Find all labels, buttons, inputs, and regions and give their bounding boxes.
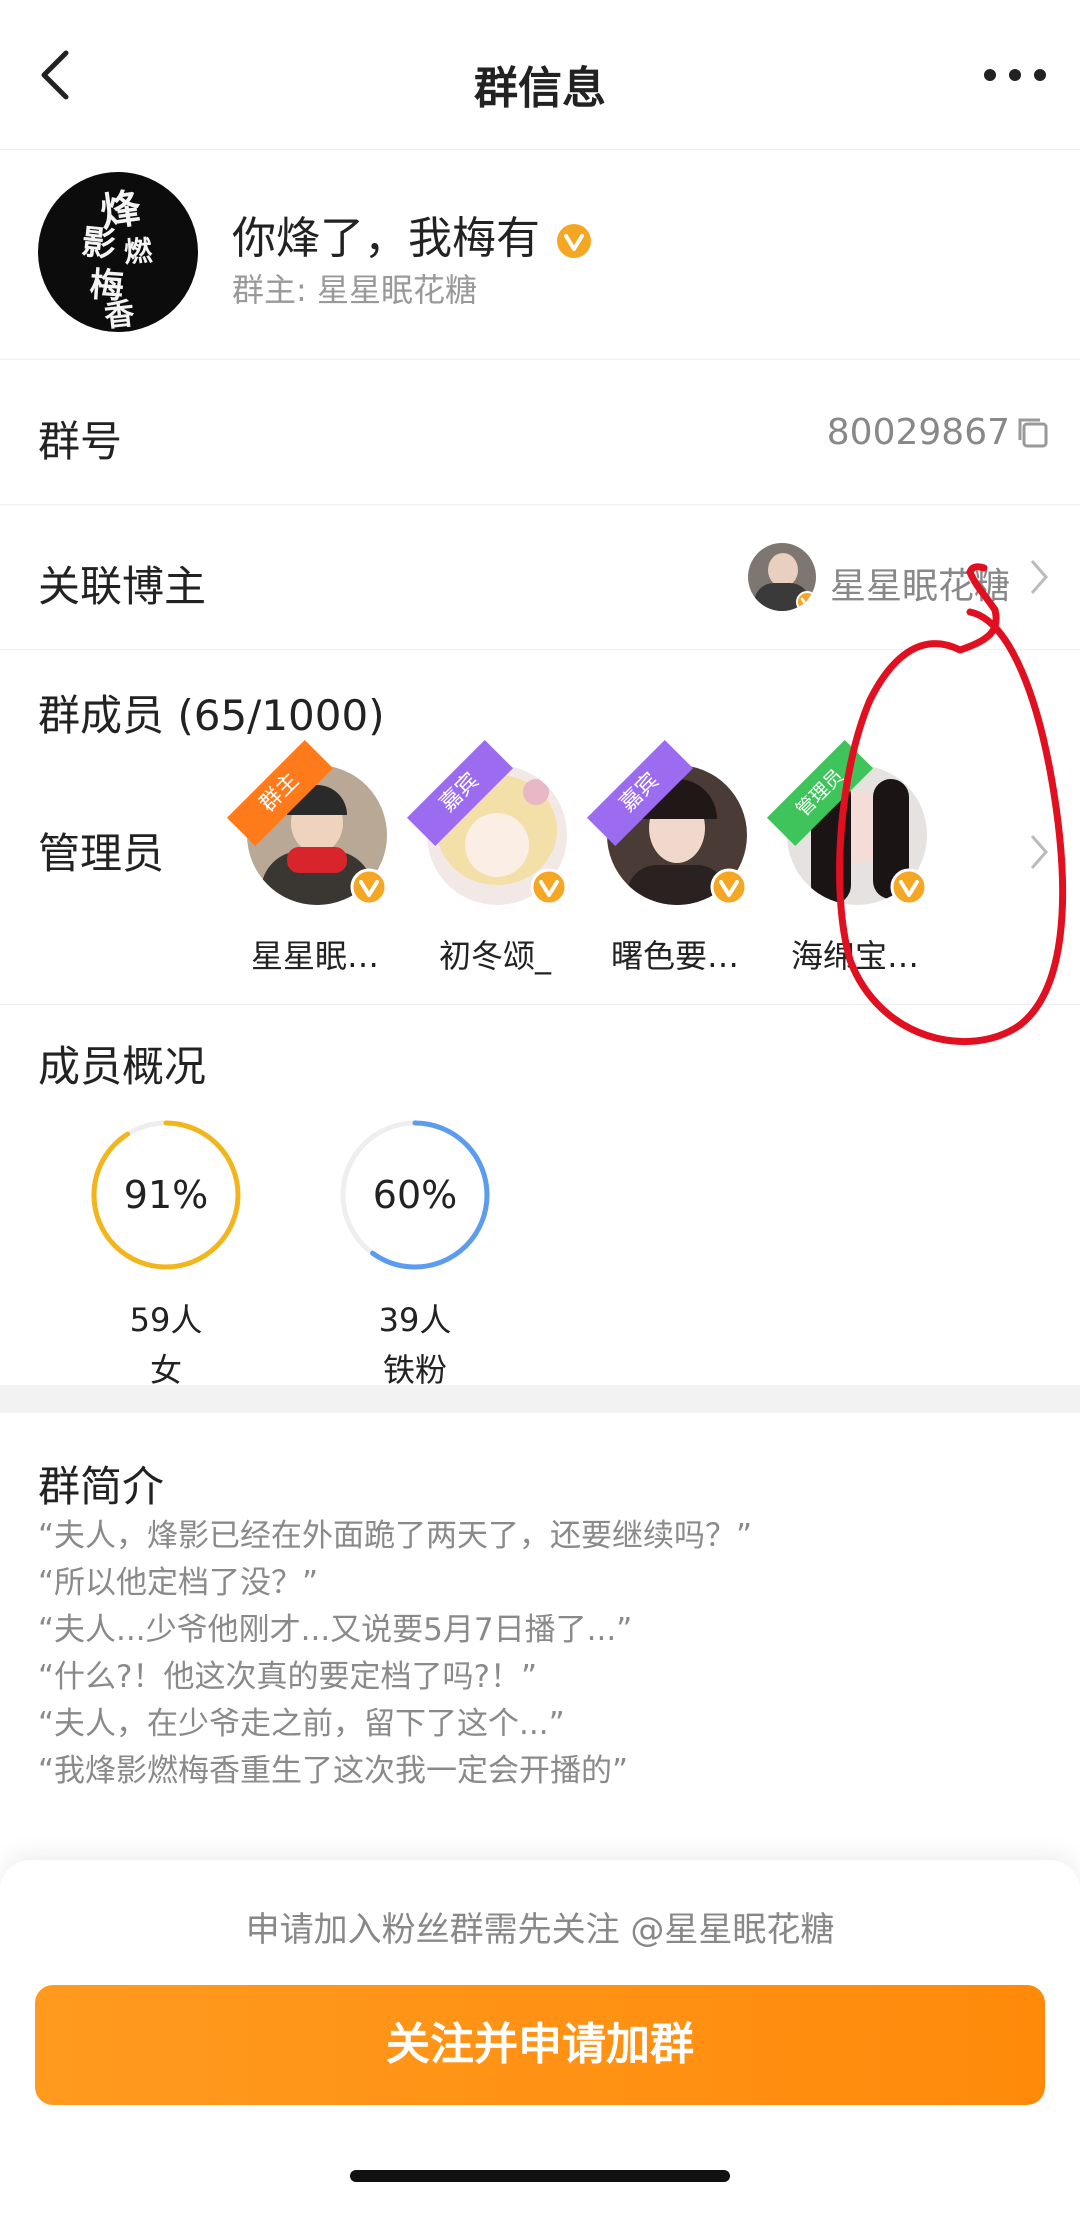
verified-badge-icon — [710, 868, 748, 906]
linked-blogger-row[interactable]: 关联博主 星星眠花糖 — [0, 505, 1080, 650]
admin-item[interactable]: 群主 星星眠… — [225, 739, 405, 985]
verified-badge-icon — [350, 868, 388, 906]
member-overview: 成员概况 91% 59人 女 60% 39人 铁粉 — [0, 1005, 1080, 1389]
stat-count: 39人 — [378, 1301, 452, 1339]
follow-and-join-button[interactable]: 关注并申请加群 — [35, 1985, 1045, 2105]
blogger-avatar — [748, 543, 816, 611]
admin-name: 初冬颂_ — [438, 937, 551, 975]
verified-badge-icon — [796, 591, 816, 611]
stat-percent: 60% — [372, 1173, 458, 1217]
member-count: 群成员 (65/1000) — [38, 691, 385, 740]
intro-line: “我烽影燃梅香重生了这次我一定会开播的” — [38, 1753, 629, 1789]
group-id-row: 群号 80029867 — [0, 360, 1080, 505]
group-avatar[interactable]: 烽 影 燃 梅 香 — [38, 172, 198, 332]
chevron-right-icon — [1030, 560, 1048, 594]
stat-count: 59人 — [129, 1301, 203, 1339]
group-owner: 群主: 星星眠花糖 — [232, 271, 477, 309]
admin-name: 海绵宝… — [790, 937, 919, 975]
overview-title: 成员概况 — [38, 1042, 207, 1091]
intro-line: “什么?！他这次真的要定档了吗?！” — [38, 1659, 538, 1695]
stat-iron-fans: 60% 39人 铁粉 — [335, 1115, 495, 1391]
admin-label: 管理员 — [38, 829, 165, 878]
page-title: 群信息 — [474, 63, 606, 114]
follow-notice: 申请加入粉丝群需先关注 @星星眠花糖 — [245, 1910, 835, 1950]
admin-item[interactable]: 管理员 海绵宝… — [765, 739, 945, 985]
more-options-icon[interactable] — [980, 60, 1050, 90]
home-indicator — [350, 2170, 730, 2182]
avatar-calligraphy-3: 燃 — [122, 234, 154, 269]
intro-line: “所以他定档了没？” — [38, 1565, 319, 1601]
admin-item[interactable]: 嘉宾 初冬颂_ — [405, 739, 585, 985]
section-divider — [0, 1385, 1080, 1413]
intro-line: “夫人，烽影已经在外面跪了两天了，还要继续吗？” — [38, 1518, 753, 1554]
intro-text: “夫人，烽影已经在外面跪了两天了，还要继续吗？” “所以他定档了没？” “夫人.… — [38, 1513, 752, 1795]
avatar-calligraphy-5: 香 — [102, 296, 137, 332]
nav-bar: 群信息 — [0, 0, 1080, 150]
chevron-right-icon[interactable] — [1028, 832, 1050, 872]
blogger-name: 星星眠花糖 — [830, 566, 1011, 607]
intro-line: “夫人...少爷他刚才...又说要5月7日播了...” — [38, 1612, 633, 1648]
copy-icon[interactable] — [1014, 414, 1050, 450]
verified-badge-icon — [890, 868, 928, 906]
group-id-value: 80029867 — [826, 412, 1010, 453]
admin-item[interactable]: 嘉宾 曙色要… — [585, 739, 765, 985]
admin-name: 曙色要… — [610, 937, 739, 975]
verified-badge-icon — [530, 868, 568, 906]
stat-female: 91% 59人 女 — [86, 1115, 246, 1391]
group-intro: 群简介 “夫人，烽影已经在外面跪了两天了，还要继续吗？” “所以他定档了没？” … — [0, 1413, 1080, 1833]
admin-name: 星星眠… — [250, 937, 379, 975]
join-panel: 申请加入粉丝群需先关注 @星星眠花糖 关注并申请加群 — [0, 1860, 1080, 2215]
stat-percent: 91% — [123, 1173, 209, 1217]
intro-title: 群简介 — [38, 1462, 165, 1511]
group-name: 你烽了，我梅有 — [232, 202, 594, 266]
group-name-text: 你烽了，我梅有 — [232, 213, 540, 264]
intro-line: “夫人，在少爷走之前，留下了这个...” — [38, 1706, 565, 1742]
verified-badge-icon — [557, 224, 591, 258]
group-header[interactable]: 烽 影 燃 梅 香 你烽了，我梅有 群主: 星星眠花糖 — [0, 150, 1080, 360]
members-section[interactable]: 群成员 (65/1000) 管理员 群主 星星眠… 嘉宾 初冬颂_ 嘉宾 曙色要… — [0, 650, 1080, 1005]
linked-blogger-label: 关联博主 — [38, 562, 207, 611]
group-id-label: 群号 — [38, 417, 123, 466]
